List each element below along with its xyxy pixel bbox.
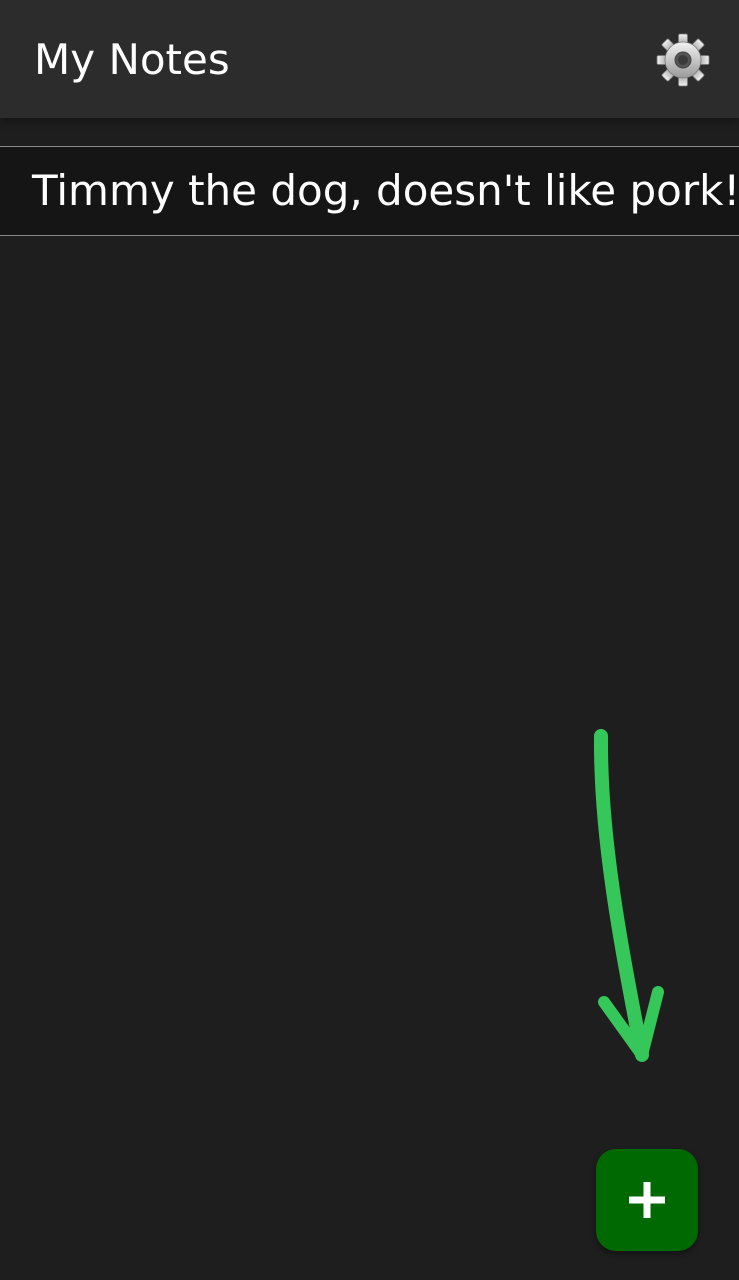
add-note-button[interactable] (596, 1149, 698, 1251)
note-text: Timmy the dog, doesn't like pork! (32, 166, 739, 215)
settings-button[interactable] (655, 32, 711, 88)
gear-icon (656, 33, 710, 87)
list-item[interactable]: Timmy the dog, doesn't like pork! (0, 146, 739, 236)
plus-icon (629, 1182, 665, 1218)
arrow-down-icon (593, 729, 664, 1062)
app-title: My Notes (34, 35, 230, 84)
app-bar: My Notes (0, 0, 739, 118)
note-list: Timmy the dog, doesn't like pork! (0, 146, 739, 236)
